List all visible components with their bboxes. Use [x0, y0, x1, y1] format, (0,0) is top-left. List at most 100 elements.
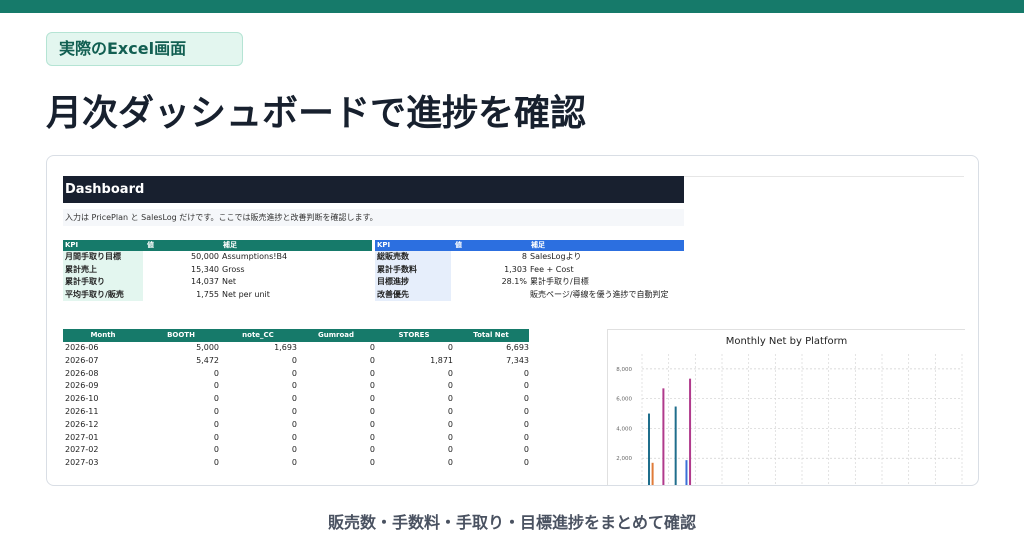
- cell-booth: 0: [213, 368, 219, 378]
- table-row[interactable]: 2026-07 5,472 0 0 1,871 7,343: [63, 355, 529, 368]
- kpi-note: 販売ページ/導線を優う進捗で自動判定: [530, 289, 669, 299]
- cell-total-net: 0: [523, 394, 529, 404]
- cell-month: 2026-11: [65, 406, 99, 416]
- cell-gumroad: 0: [369, 432, 375, 442]
- cell-month: 2027-03: [65, 458, 99, 468]
- cell-booth: 0: [213, 432, 219, 442]
- kpi-table-left: KPI 値 補足 月間手取り目標 50,000 Assumptions!B4 累…: [63, 240, 372, 301]
- chart-bar-total-net[interactable]: [689, 378, 692, 486]
- cell-stores: 0: [447, 406, 453, 416]
- cell-stores: 1,871: [430, 355, 453, 365]
- chart-ytick-label: 6,000: [616, 397, 632, 403]
- chart-bar-total-net[interactable]: [662, 388, 665, 486]
- cell-stores: 0: [447, 381, 453, 391]
- kpi-note: Net: [222, 277, 237, 286]
- column-header-month[interactable]: Month: [63, 329, 143, 342]
- column-header-stores[interactable]: STORES: [375, 329, 453, 342]
- kpi-note: Net per unit: [222, 289, 270, 299]
- kpi-value: 1,755: [196, 289, 219, 299]
- cell-gumroad: 0: [369, 458, 375, 468]
- kpi-note: Fee + Cost: [530, 264, 574, 274]
- kpi-left-row[interactable]: 月間手取り目標 50,000 Assumptions!B4: [63, 251, 372, 264]
- cell-month: 2026-07: [65, 355, 99, 365]
- table-row[interactable]: 2026-09 0 0 0 0 0: [63, 380, 529, 393]
- chart-bar-booth[interactable]: [674, 406, 677, 486]
- cell-gumroad: 0: [369, 381, 375, 391]
- kpi-left-header-note: 補足: [223, 241, 237, 249]
- cell-stores: 0: [447, 445, 453, 455]
- top-accent-bar: [0, 0, 1024, 13]
- kpi-value: 8: [521, 252, 527, 261]
- cell-stores: 0: [447, 368, 453, 378]
- sheet-gridline: [684, 176, 964, 177]
- table-row[interactable]: 2026-06 5,000 1,693 0 0 6,693: [63, 342, 529, 355]
- kpi-right-header-kpi: KPI: [377, 241, 391, 249]
- cell-note-cc: 0: [291, 355, 297, 365]
- kpi-left-row[interactable]: 累計手取り 14,037 Net: [63, 276, 372, 289]
- table-row[interactable]: 2027-03 0 0 0 0 0: [63, 457, 529, 470]
- cell-note-cc: 0: [291, 394, 297, 404]
- chart-bar-stores[interactable]: [685, 460, 688, 486]
- page-caption: 販売数・手数料・手取り・目標進捗をまとめて確認: [327, 513, 696, 532]
- chart-bar-note-cc[interactable]: [651, 462, 654, 486]
- excel-screenshot-frame: Dashboard 入力は PricePlan と SalesLog だけです。…: [46, 155, 979, 486]
- cell-note-cc: 1,693: [274, 343, 297, 352]
- cell-gumroad: 0: [369, 355, 375, 365]
- cell-total-net: 7,343: [506, 355, 529, 365]
- kpi-right-row[interactable]: 累計手数料 1,303 Fee + Cost: [375, 263, 684, 276]
- kpi-left-header-kpi: KPI: [65, 241, 79, 249]
- cell-month: 2027-02: [65, 445, 99, 455]
- table-row[interactable]: 2027-02 0 0 0 0 0: [63, 444, 529, 457]
- kpi-right-row[interactable]: 目標進捗 28.1% 累計手取り/目標: [375, 276, 684, 289]
- kpi-right-header-value: 値: [455, 241, 462, 249]
- cell-total-net: 0: [523, 406, 529, 416]
- kpi-right-row[interactable]: 総販売数 8 SalesLogより: [375, 251, 684, 264]
- kpi-label: 目標進捗: [375, 276, 451, 289]
- cell-total-net: 0: [523, 458, 529, 468]
- cell-month: 2026-06: [65, 343, 99, 352]
- kpi-note: Gross: [222, 264, 245, 274]
- column-header-note-cc[interactable]: note_CC: [219, 329, 297, 342]
- table-row[interactable]: 2027-01 0 0 0 0 0: [63, 432, 529, 445]
- monthly-net-table: Month BOOTH note_CC Gumroad STORES Total Net …: [63, 329, 529, 470]
- kpi-note: 累計手取り/目標: [530, 277, 589, 286]
- column-header-gumroad[interactable]: Gumroad: [297, 329, 375, 342]
- table-row[interactable]: 2026-12 0 0 0 0 0: [63, 419, 529, 432]
- kpi-right-row[interactable]: 改善優先 販売ページ/導線を優う進捗で自動判定: [375, 288, 684, 301]
- cell-gumroad: 0: [369, 394, 375, 404]
- kpi-value: 28.1%: [501, 277, 527, 286]
- kpi-label: 総販売数: [375, 251, 451, 264]
- cell-stores: 0: [447, 343, 453, 352]
- kpi-left-row[interactable]: 平均手取り/販売 1,755 Net per unit: [63, 288, 372, 301]
- cell-month: 2026-09: [65, 381, 99, 391]
- cell-booth: 0: [213, 381, 219, 391]
- cell-month: 2027-01: [65, 432, 99, 442]
- cell-note-cc: 0: [291, 368, 297, 378]
- cell-note-cc: 0: [291, 458, 297, 468]
- cell-total-net: 6,693: [506, 343, 529, 352]
- table-row[interactable]: 2026-11 0 0 0 0 0: [63, 406, 529, 419]
- cell-note-cc: 0: [291, 406, 297, 416]
- cell-stores: 0: [447, 394, 453, 404]
- cell-stores: 0: [447, 419, 453, 429]
- cell-total-net: 0: [523, 381, 529, 391]
- cell-note-cc: 0: [291, 381, 297, 391]
- kpi-label: 累計手数料: [375, 263, 451, 276]
- table-row[interactable]: 2026-08 0 0 0 0 0: [63, 368, 529, 381]
- kpi-left-row[interactable]: 累計売上 15,340 Gross: [63, 263, 372, 276]
- cell-booth: 0: [213, 419, 219, 429]
- kpi-value: 50,000: [191, 252, 219, 261]
- column-header-total-net[interactable]: Total Net: [453, 329, 529, 342]
- table-row[interactable]: 2026-10 0 0 0 0 0: [63, 393, 529, 406]
- kpi-right-header-note: 補足: [531, 241, 545, 249]
- kpi-label: 累計売上: [63, 263, 143, 276]
- monthly-net-chart[interactable]: Monthly Net by Platform 8,000 6,000 4,000 2…: [607, 329, 965, 486]
- cell-note-cc: 0: [291, 432, 297, 442]
- chart-bar-booth[interactable]: [648, 413, 650, 486]
- cell-booth: 5,000: [196, 343, 219, 352]
- kpi-label: 改善優先: [375, 288, 451, 301]
- kpi-value: 15,340: [191, 264, 219, 274]
- column-header-booth[interactable]: BOOTH: [143, 329, 219, 342]
- section-badge: 実際のExcel画面: [46, 32, 243, 66]
- cell-gumroad: 0: [369, 406, 375, 416]
